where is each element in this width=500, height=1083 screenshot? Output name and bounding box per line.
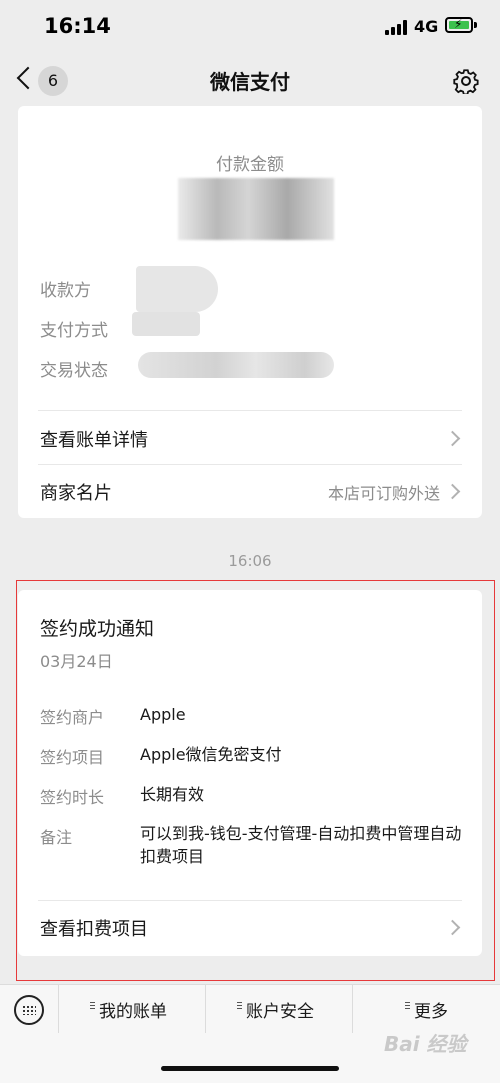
status-bar: 16:14 4G ⚡ [0, 0, 500, 56]
status-time: 16:14 [44, 14, 111, 38]
chevron-right-icon [444, 430, 461, 447]
merchant-card-label: 商家名片 [40, 483, 112, 504]
navigation-bar: 6 微信支付 [0, 56, 500, 106]
annotation-highlight-box [16, 580, 495, 981]
battery-icon: ⚡ [445, 17, 473, 33]
chevron-right-icon [444, 483, 461, 500]
merchant-card-row[interactable]: 商家名片 本店可订购外送 [18, 465, 482, 517]
menu-item-account-security[interactable]: 账户安全 [206, 985, 352, 1033]
payment-card: 付款金额 收款方 支付方式 交易状态 查看账单详情 商家名片 本店可订购外送 [18, 106, 482, 518]
bill-detail-label: 查看账单详情 [40, 430, 148, 451]
gear-icon [453, 69, 479, 96]
menu-item-label: 我的账单 [99, 1002, 167, 1022]
menu-lines-icon [90, 1002, 95, 1009]
transaction-status-value-redacted [138, 352, 334, 378]
menu-item-my-bills[interactable]: 我的账单 [59, 985, 205, 1033]
network-type: 4G [414, 17, 439, 36]
menu-item-more[interactable]: 更多 [353, 985, 500, 1033]
menu-lines-icon [237, 1002, 242, 1009]
menu-item-label: 账户安全 [246, 1002, 314, 1022]
watermark-logo: Bai 经验 [384, 1032, 467, 1056]
battery-cap [474, 22, 477, 28]
signal-icon [385, 20, 409, 35]
payee-value-redacted [136, 266, 218, 312]
keyboard-icon [22, 1005, 36, 1015]
divider [38, 410, 462, 411]
menu-item-label: 更多 [414, 1002, 448, 1022]
amount-value-redacted [178, 178, 334, 240]
bill-detail-row[interactable]: 查看账单详情 [18, 412, 482, 464]
message-timestamp: 16:06 [228, 552, 272, 570]
home-indicator[interactable] [161, 1066, 339, 1071]
payment-method-label: 支付方式 [40, 321, 108, 341]
settings-button[interactable] [453, 68, 479, 96]
menu-lines-icon [405, 1002, 410, 1009]
amount-label: 付款金额 [216, 155, 284, 175]
transaction-status-label: 交易状态 [40, 361, 108, 381]
page-title: 微信支付 [210, 70, 290, 94]
keyboard-toggle-button[interactable] [14, 995, 44, 1025]
merchant-card-value: 本店可订购外送 [327, 484, 440, 503]
payee-label: 收款方 [40, 281, 91, 301]
payment-method-value-redacted [132, 312, 200, 336]
